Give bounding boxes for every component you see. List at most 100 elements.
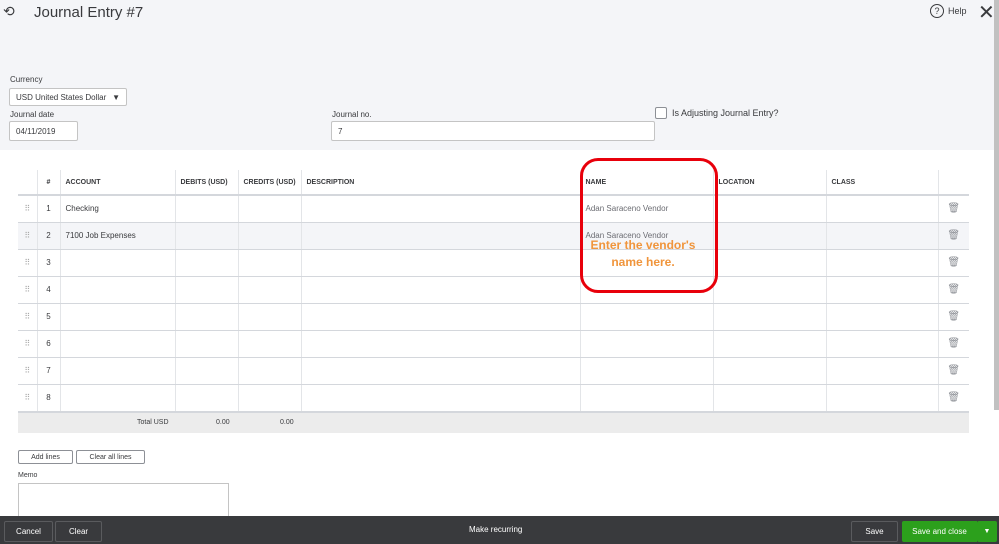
description-cell[interactable] (300, 222, 580, 250)
credits-cell[interactable] (237, 330, 301, 358)
drag-handle-icon[interactable]: ⠿ (18, 330, 37, 358)
journal-date-input[interactable]: 04/11/2019 (9, 121, 78, 141)
account-cell[interactable] (59, 330, 175, 358)
table-row[interactable]: ⠿ 5 🗑 (18, 303, 969, 331)
trash-icon[interactable]: 🗑 (937, 195, 969, 223)
table-row[interactable]: ⠿ 4 🗑 (18, 276, 969, 304)
name-cell[interactable] (579, 357, 713, 385)
annotation-text: Enter the vendor's name here. (590, 238, 696, 269)
make-recurring-link[interactable]: Make recurring (469, 525, 522, 534)
save-and-close-button[interactable]: Save and close (902, 521, 977, 542)
chevron-down-icon: ▼ (983, 528, 991, 535)
account-cell[interactable] (59, 384, 175, 412)
cancel-button[interactable]: Cancel (4, 521, 53, 542)
location-cell[interactable] (712, 330, 826, 358)
location-cell[interactable] (712, 195, 826, 223)
class-cell[interactable] (825, 195, 938, 223)
scrollbar[interactable] (994, 0, 999, 410)
recent-history-icon[interactable]: ⟲ (3, 3, 15, 20)
location-cell[interactable] (712, 222, 826, 250)
close-icon[interactable]: ✕ (978, 0, 995, 25)
debits-cell[interactable] (174, 330, 238, 358)
table-row[interactable]: ⠿ 1 Checking Adan Saraceno Vendor 🗑 (18, 195, 969, 223)
description-cell[interactable] (300, 303, 580, 331)
table-row[interactable]: ⠿ 7 🗑 (18, 357, 969, 385)
account-cell[interactable]: Checking (59, 195, 175, 223)
save-options-dropdown[interactable]: ▼ (977, 521, 997, 542)
trash-icon[interactable]: 🗑 (937, 276, 969, 304)
account-cell[interactable] (59, 276, 175, 304)
drag-handle-icon[interactable]: ⠿ (18, 303, 37, 331)
debits-cell[interactable] (174, 222, 238, 250)
table-row[interactable]: ⠿ 2 7100 Job Expenses Adan Saraceno Vendor 🗑 (18, 222, 969, 250)
save-button[interactable]: Save (851, 521, 898, 542)
drag-handle-icon[interactable]: ⠿ (18, 276, 37, 304)
credits-cell[interactable] (237, 222, 301, 250)
name-cell[interactable] (579, 384, 713, 412)
class-cell[interactable] (825, 249, 938, 277)
account-cell[interactable]: 7100 Job Expenses (59, 222, 175, 250)
description-cell[interactable] (300, 195, 580, 223)
description-cell[interactable] (300, 330, 580, 358)
account-cell[interactable] (59, 249, 175, 277)
description-cell[interactable] (300, 384, 580, 412)
add-lines-button[interactable]: Add lines (18, 450, 73, 464)
trash-icon[interactable]: 🗑 (937, 330, 969, 358)
class-cell[interactable] (825, 303, 938, 331)
currency-select[interactable]: USD United States Dollar ▼ (9, 88, 127, 106)
class-cell[interactable] (825, 222, 938, 250)
trash-icon[interactable]: 🗑 (937, 357, 969, 385)
debits-cell[interactable] (174, 276, 238, 304)
account-cell[interactable] (59, 357, 175, 385)
class-cell[interactable] (825, 330, 938, 358)
adjusting-checkbox[interactable]: Is Adjusting Journal Entry? (655, 107, 779, 119)
location-cell[interactable] (712, 276, 826, 304)
name-cell[interactable] (579, 303, 713, 331)
credits-cell[interactable] (237, 276, 301, 304)
checkbox-box[interactable] (655, 107, 667, 119)
page-title: Journal Entry #7 (34, 4, 144, 21)
debits-cell[interactable] (174, 249, 238, 277)
name-cell[interactable] (579, 330, 713, 358)
description-cell[interactable] (300, 249, 580, 277)
debits-cell[interactable] (174, 195, 238, 223)
trash-icon[interactable]: 🗑 (937, 249, 969, 277)
drag-handle-icon[interactable]: ⠿ (18, 249, 37, 277)
drag-handle-icon[interactable]: ⠿ (18, 357, 37, 385)
class-cell[interactable] (825, 357, 938, 385)
trash-icon[interactable]: 🗑 (937, 384, 969, 412)
location-cell[interactable] (712, 357, 826, 385)
description-cell[interactable] (300, 276, 580, 304)
drag-handle-icon[interactable]: ⠿ (18, 384, 37, 412)
location-cell[interactable] (712, 303, 826, 331)
credits-cell[interactable] (237, 357, 301, 385)
credits-cell[interactable] (237, 384, 301, 412)
memo-label: Memo (18, 472, 38, 479)
location-cell[interactable] (712, 249, 826, 277)
memo-input[interactable] (18, 483, 229, 518)
location-cell[interactable] (712, 384, 826, 412)
col-account: ACCOUNT (59, 170, 175, 196)
table-row[interactable]: ⠿ 3 🗑 (18, 249, 969, 277)
trash-icon[interactable]: 🗑 (937, 222, 969, 250)
account-cell[interactable] (59, 303, 175, 331)
help-button[interactable]: ? Help (930, 4, 967, 18)
clear-all-lines-button[interactable]: Clear all lines (76, 450, 145, 464)
credits-cell[interactable] (237, 195, 301, 223)
credits-cell[interactable] (237, 249, 301, 277)
journal-no-input[interactable]: 7 (331, 121, 655, 141)
drag-handle-icon[interactable]: ⠿ (18, 195, 37, 223)
debits-cell[interactable] (174, 357, 238, 385)
credits-cell[interactable] (237, 303, 301, 331)
clear-button[interactable]: Clear (55, 521, 102, 542)
table-row[interactable]: ⠿ 6 🗑 (18, 330, 969, 358)
debits-cell[interactable] (174, 303, 238, 331)
total-credits: 0.00 (280, 419, 294, 426)
debits-cell[interactable] (174, 384, 238, 412)
class-cell[interactable] (825, 384, 938, 412)
trash-icon[interactable]: 🗑 (937, 303, 969, 331)
class-cell[interactable] (825, 276, 938, 304)
drag-handle-icon[interactable]: ⠿ (18, 222, 37, 250)
table-row[interactable]: ⠿ 8 🗑 (18, 384, 969, 412)
description-cell[interactable] (300, 357, 580, 385)
